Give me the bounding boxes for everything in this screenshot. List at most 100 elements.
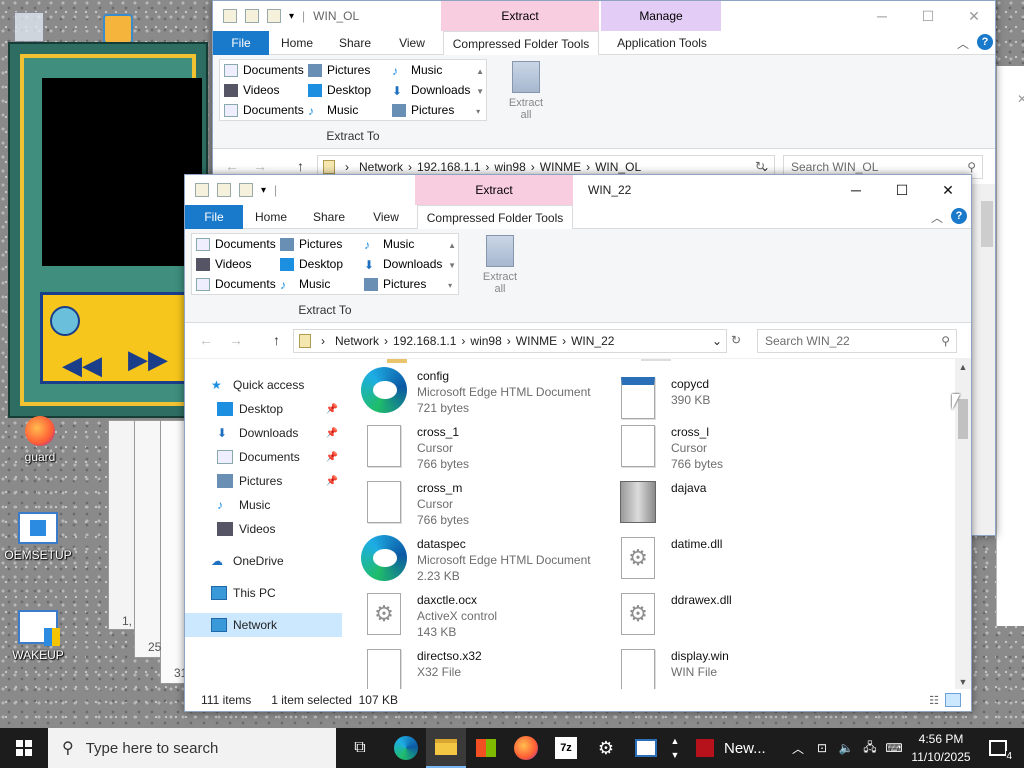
- news-widget[interactable]: New...: [696, 728, 766, 768]
- settings-icon[interactable]: ⚙: [586, 728, 626, 768]
- extract-all-button[interactable]: Extract all: [503, 61, 549, 121]
- extract-to-gallery[interactable]: Documents Videos Documents Pictures Desk…: [191, 233, 459, 295]
- collapse-ribbon-icon[interactable]: ︿: [957, 35, 969, 52]
- extract-to-music[interactable]: ♪ Music: [308, 103, 358, 118]
- extract-to-pictures[interactable]: Pictures: [280, 237, 342, 251]
- file-explorer-icon[interactable]: [426, 728, 466, 768]
- breadcrumb-network[interactable]: Network: [335, 334, 379, 348]
- new-folder-icon[interactable]: [239, 183, 253, 197]
- file-item[interactable]: dataspec Microsoft Edge HTML Document 2.…: [345, 529, 591, 583]
- nav-videos[interactable]: Videos: [185, 517, 342, 541]
- volume-muted-icon[interactable]: 🔈: [834, 728, 858, 768]
- chevron-down-icon[interactable]: ⌄: [712, 334, 722, 348]
- explorer-window-win-22[interactable]: ▾ | Extract WIN_22 ─ ☐ ✕ File Home Share…: [184, 174, 972, 712]
- firefox-icon[interactable]: [506, 728, 546, 768]
- chevron-down-icon[interactable]: ▾: [289, 11, 294, 22]
- collapse-ribbon-icon[interactable]: ︿: [931, 209, 943, 226]
- notifications-button[interactable]: 4: [978, 728, 1018, 768]
- taskbar-search[interactable]: ⚲ Type here to search: [48, 728, 336, 768]
- maximize-button[interactable]: ☐: [905, 1, 951, 31]
- tab-home[interactable]: Home: [245, 205, 297, 229]
- gallery-scroll-arrows[interactable]: ▲ ▼ ▾: [448, 236, 456, 296]
- extract-to-music[interactable]: ♪ Music: [392, 63, 442, 78]
- help-icon[interactable]: ?: [951, 208, 967, 224]
- fast-forward-button[interactable]: ▶▶: [128, 344, 168, 375]
- nav-documents[interactable]: Documents 📌: [185, 445, 342, 469]
- extract-to-pictures[interactable]: Pictures: [308, 63, 370, 77]
- volume-button[interactable]: [50, 306, 80, 336]
- desktop-icon-wakeup[interactable]: WAKEUP: [0, 610, 76, 662]
- refresh-button[interactable]: ↻: [755, 159, 765, 173]
- nav-desktop[interactable]: Desktop 📌: [185, 397, 342, 421]
- scrollbar[interactable]: [979, 185, 995, 525]
- maximize-button[interactable]: ☐: [879, 175, 925, 205]
- search-input[interactable]: Search WIN_22 ⚲: [757, 329, 957, 353]
- title-bar[interactable]: ▾ | WIN_OL Extract Manage ─ ☐ ✕: [213, 1, 995, 31]
- tab-compressed-folder-tools[interactable]: Compressed Folder Tools: [443, 31, 599, 56]
- network-icon[interactable]: 🖧: [858, 728, 882, 768]
- tab-application-tools[interactable]: Application Tools: [603, 31, 721, 55]
- tab-file[interactable]: File: [185, 205, 243, 229]
- store-icon[interactable]: [466, 728, 506, 768]
- extract-to-pictures[interactable]: Pictures: [392, 103, 454, 117]
- nav-downloads[interactable]: ⬇ Downloads 📌: [185, 421, 342, 445]
- minimize-button[interactable]: ─: [859, 1, 905, 31]
- address-bar[interactable]: › Network › 192.168.1.1 › win98 › WINME › WI…: [293, 329, 727, 353]
- edge-icon[interactable]: [386, 728, 426, 768]
- file-item[interactable]: cross_m Cursor 766 bytes: [345, 473, 585, 527]
- extract-to-videos[interactable]: Videos: [196, 257, 251, 271]
- breadcrumb-network[interactable]: Network: [359, 160, 403, 174]
- extract-all-button[interactable]: Extract all: [477, 235, 523, 295]
- language-icon[interactable]: ⌨: [882, 728, 906, 768]
- recycle-bin-icon[interactable]: [14, 12, 44, 42]
- extract-to-documents[interactable]: Documents: [224, 63, 304, 77]
- close-button[interactable]: ✕: [925, 175, 971, 205]
- extract-to-videos[interactable]: Videos: [224, 83, 279, 97]
- desktop-icon-oemsetup[interactable]: OEMSETUP: [0, 512, 76, 562]
- file-item[interactable]: cross_1 Cursor 766 bytes: [345, 417, 585, 471]
- desktop-icon-guard[interactable]: guard: [2, 416, 78, 464]
- start-button[interactable]: [4, 728, 44, 768]
- tab-share[interactable]: Share: [301, 205, 357, 229]
- breadcrumb-host[interactable]: 192.168.1.1: [393, 334, 456, 348]
- extract-to-documents[interactable]: Documents: [196, 237, 276, 251]
- chevron-down-icon[interactable]: ▾: [261, 185, 266, 196]
- minimize-button[interactable]: ─: [833, 175, 879, 205]
- nav-this-pc[interactable]: This PC: [185, 581, 342, 605]
- file-item[interactable]: cross_l Cursor 766 bytes: [599, 417, 839, 471]
- file-item[interactable]: directso.x32 X32 File: [345, 641, 585, 689]
- back-button[interactable]: ←: [225, 158, 239, 174]
- tab-view[interactable]: View: [359, 205, 413, 229]
- nav-quick-access[interactable]: ★ Quick access: [185, 373, 342, 397]
- chevron-up-icon[interactable]: ︿: [786, 728, 810, 768]
- app-window-icon[interactable]: [626, 728, 666, 768]
- tab-file[interactable]: File: [213, 31, 269, 55]
- extract-to-desktop[interactable]: Desktop: [308, 83, 371, 97]
- file-item[interactable]: copycd 390 KB: [599, 369, 839, 423]
- large-icons-view-icon[interactable]: [945, 693, 961, 707]
- breadcrumb-host[interactable]: 192.168.1.1: [417, 160, 480, 174]
- forward-button[interactable]: →: [253, 158, 267, 174]
- extract-to-downloads[interactable]: ⬇ Downloads: [392, 83, 470, 98]
- extract-to-gallery[interactable]: Documents Videos Documents Pictures Desk…: [219, 59, 487, 121]
- details-view-icon[interactable]: ☷: [929, 694, 939, 707]
- file-item[interactable]: dajava: [599, 473, 839, 527]
- up-button[interactable]: ↑: [273, 332, 280, 348]
- 7zip-icon[interactable]: 7z: [546, 728, 586, 768]
- properties-icon[interactable]: [245, 9, 259, 23]
- breadcrumb-win98[interactable]: win98: [470, 334, 501, 348]
- nav-music[interactable]: ♪ Music: [185, 493, 342, 517]
- close-button[interactable]: ✕: [951, 1, 997, 31]
- new-folder-icon[interactable]: [267, 9, 281, 23]
- tab-compressed-folder-tools[interactable]: Compressed Folder Tools: [417, 205, 573, 230]
- breadcrumb-winme[interactable]: WINME: [516, 334, 557, 348]
- gallery-scroll-arrows[interactable]: ▲ ▼ ▾: [476, 62, 484, 122]
- media-app-icon[interactable]: [103, 14, 133, 44]
- extract-to-music[interactable]: ♪ Music: [364, 237, 414, 252]
- forward-button[interactable]: →: [229, 332, 243, 348]
- file-item[interactable]: ⚙ daxctle.ocx ActiveX control 143 KB: [345, 585, 585, 639]
- up-button[interactable]: ↑: [297, 158, 304, 174]
- scroll-up-icon[interactable]: ▲: [955, 359, 971, 372]
- extract-to-documents[interactable]: Documents: [224, 103, 304, 117]
- title-bar[interactable]: ▾ | Extract WIN_22 ─ ☐ ✕: [185, 175, 971, 205]
